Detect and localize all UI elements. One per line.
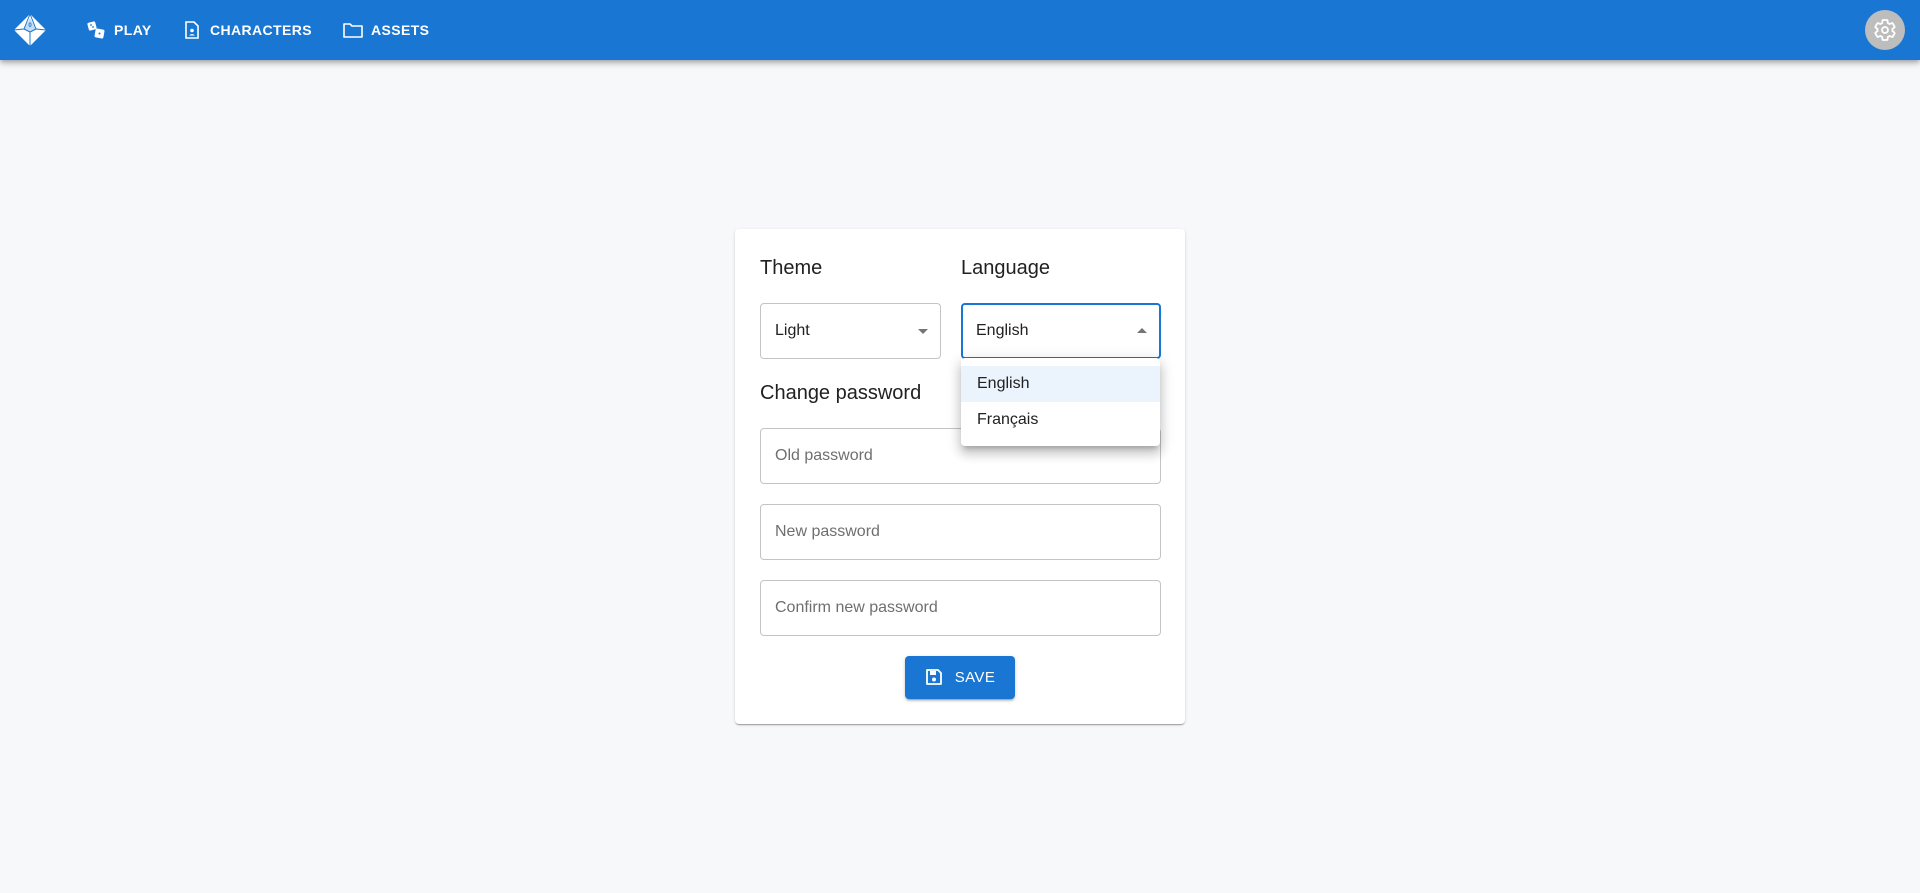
language-select[interactable]: English [961, 303, 1161, 359]
nav-characters[interactable]: CHARACTERS [174, 12, 320, 48]
confirm-password-field[interactable] [760, 580, 1161, 636]
settings-card: Theme Language Light English Change pass… [735, 229, 1185, 724]
nav-play-label: PLAY [114, 22, 152, 38]
language-title: Language [961, 257, 1050, 279]
logo-icon: 0 [13, 13, 47, 46]
folder-icon [343, 20, 363, 40]
nav-play[interactable]: PLAY [78, 12, 160, 48]
save-button[interactable]: SAVE [905, 656, 1015, 699]
theme-select[interactable]: Light [760, 303, 941, 359]
settings-button[interactable] [1865, 10, 1905, 50]
chevron-up-icon [1137, 328, 1147, 333]
character-sheet-icon [182, 20, 202, 40]
nav-characters-label: CHARACTERS [210, 22, 312, 38]
dice-icon [86, 20, 106, 40]
theme-select-value: Light [775, 322, 810, 339]
gear-icon [1874, 19, 1896, 41]
new-password-input[interactable] [761, 505, 1160, 559]
save-button-label: SAVE [954, 669, 996, 686]
theme-title: Theme [760, 257, 823, 279]
language-option-francais[interactable]: Français [961, 402, 1160, 438]
language-option-english[interactable]: English [961, 366, 1160, 402]
d10-dice-logo[interactable]: 0 [11, 11, 49, 49]
change-password-title: Change password [760, 382, 922, 404]
language-select-value: English [976, 322, 1029, 339]
floppy-disk-icon [925, 668, 945, 688]
confirm-password-input[interactable] [761, 581, 1160, 635]
chevron-down-icon [918, 329, 928, 334]
new-password-field[interactable] [760, 504, 1161, 560]
nav-assets-label: ASSETS [371, 22, 430, 38]
nav-assets[interactable]: ASSETS [335, 12, 437, 48]
app-bar: 0 PLAY CHARACTERS ASSETS [0, 0, 1920, 60]
language-dropdown-menu: English Français [961, 358, 1160, 446]
